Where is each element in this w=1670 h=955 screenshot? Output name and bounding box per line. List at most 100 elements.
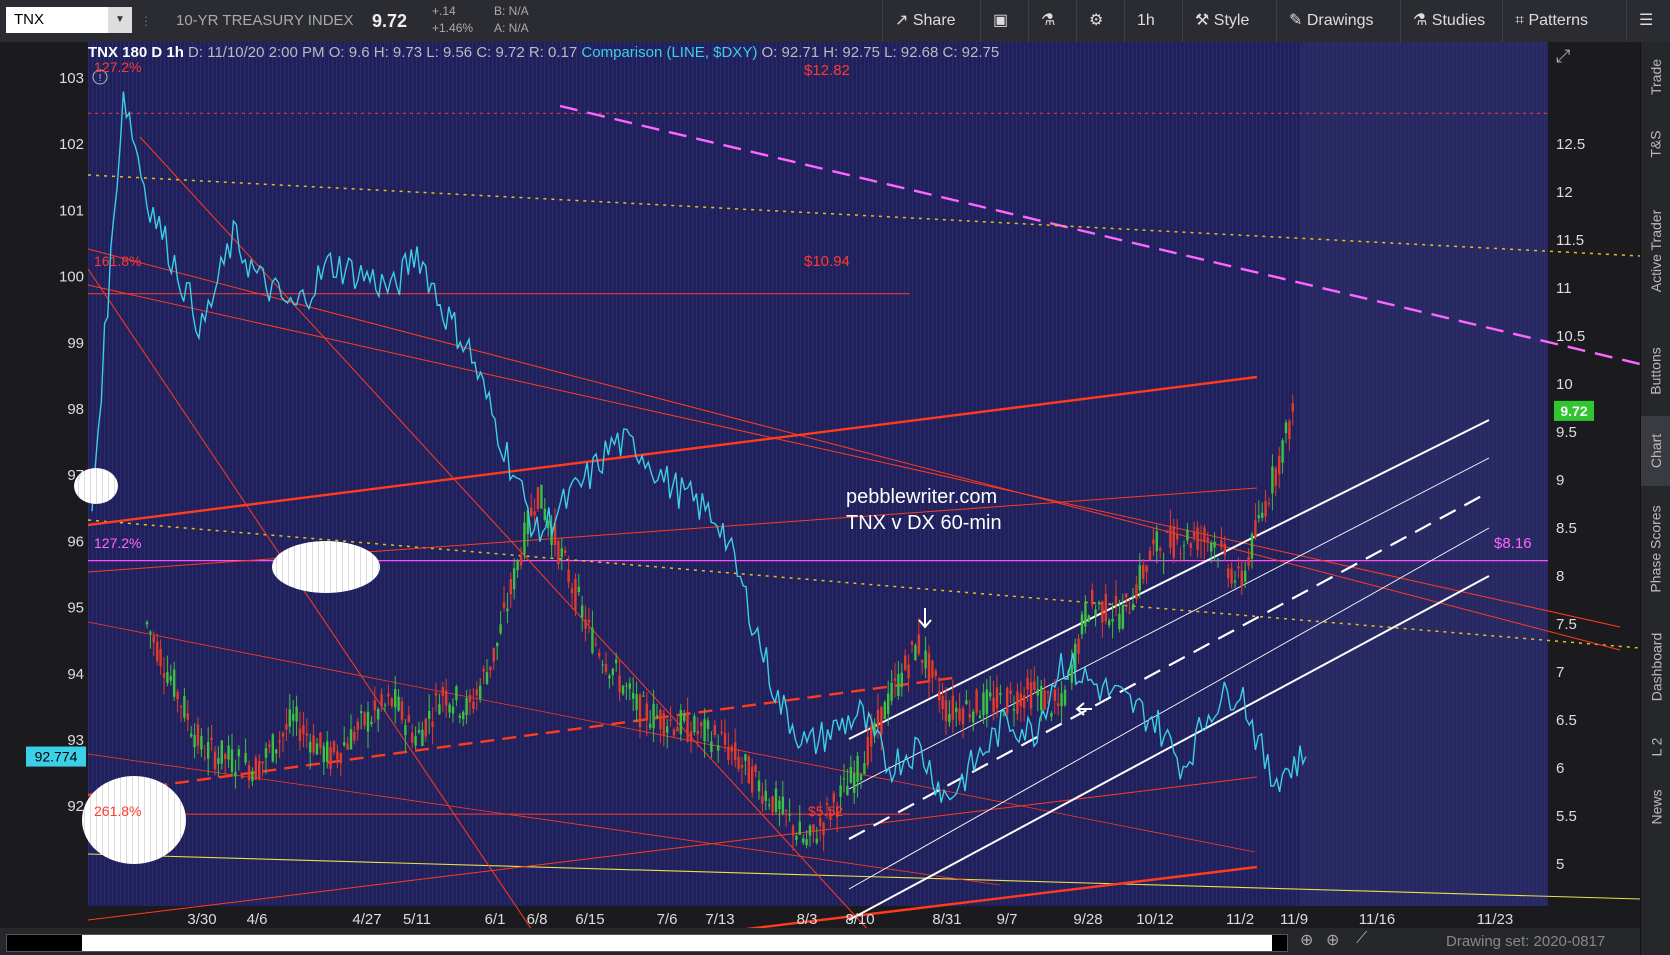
tnx-candle xyxy=(615,659,618,664)
tnx-candle xyxy=(268,744,271,748)
right-axis-tick-label: 7.5 xyxy=(1556,616,1577,633)
tnx-candle xyxy=(771,796,774,813)
beaker-icon: ⚗ xyxy=(1413,12,1432,29)
tnx-candle xyxy=(1193,532,1196,538)
left-axis-tick-label: 101 xyxy=(59,202,84,219)
tab-trade[interactable]: Trade xyxy=(1641,42,1670,112)
tnx-candle xyxy=(788,814,791,816)
tnx-candle xyxy=(251,771,254,782)
tnx-candle xyxy=(978,715,982,718)
tnx-candle xyxy=(309,741,312,753)
tnx-candle xyxy=(1179,553,1182,555)
x-axis-tick-label: 6/15 xyxy=(575,911,604,928)
tab-chart[interactable]: Chart xyxy=(1641,416,1670,486)
tnx-candle xyxy=(1244,570,1247,582)
tnx-candle xyxy=(727,746,730,760)
tnx-candle xyxy=(390,698,393,707)
tnx-candle xyxy=(492,647,495,662)
tnx-candle xyxy=(598,652,601,657)
tnx-candle xyxy=(166,672,169,684)
tab-active-trader[interactable]: Active Trader xyxy=(1641,176,1670,326)
tnx-candle xyxy=(475,689,478,696)
bid: B: N/A xyxy=(494,4,529,18)
tab-phase-scores[interactable]: Phase Scores xyxy=(1641,486,1670,612)
tnx-candle xyxy=(543,508,546,520)
style-button[interactable]: ⚒ Style xyxy=(1182,0,1261,42)
right-axis-tick-label: 5 xyxy=(1556,856,1564,873)
interval-button[interactable]: 1h xyxy=(1124,0,1182,42)
scrollbar-thumb[interactable] xyxy=(82,935,1272,951)
tab-dashboard[interactable]: Dashboard xyxy=(1641,612,1670,722)
tnx-candle xyxy=(975,689,978,713)
right-axis-tick-label: 9 xyxy=(1556,472,1564,489)
settings-button[interactable]: ⚙ xyxy=(1076,0,1115,42)
header-comparison[interactable]: Comparison (LINE, $DXY) xyxy=(581,44,757,61)
tnx-candle xyxy=(737,756,740,769)
symbol-dropdown-icon[interactable]: ▼ xyxy=(108,7,132,33)
tnx-candle xyxy=(1284,422,1288,434)
screenshot-button[interactable]: ▣ xyxy=(980,0,1020,42)
tnx-candle xyxy=(1176,534,1179,540)
tnx-candle xyxy=(190,733,193,737)
flask-button[interactable]: ⚗ xyxy=(1028,0,1067,42)
tnx-candle xyxy=(802,838,805,843)
tnx-candle xyxy=(315,743,319,755)
left-axis-tick-label: 97 xyxy=(67,467,84,484)
tnx-candle xyxy=(1063,689,1067,706)
tab-chart-label: Chart xyxy=(1648,433,1665,469)
tnx-candle xyxy=(849,766,852,783)
tnx-candle xyxy=(910,641,914,646)
tab-news[interactable]: News xyxy=(1641,772,1670,842)
tnx-candle xyxy=(1172,526,1175,558)
tab-l2[interactable]: L 2 xyxy=(1641,722,1670,772)
highlight-ellipse xyxy=(272,541,380,593)
chart-area[interactable]: ! 127.2% 161.8% 127.2% 261.8% $12.82 $10.94 $8.… xyxy=(0,42,1641,944)
tnx-candle xyxy=(414,736,417,746)
tnx-candle xyxy=(1206,537,1209,542)
header-date: D: 11/10/20 2:00 PM xyxy=(188,44,325,61)
header-open: O: 9.6 xyxy=(328,44,370,61)
tnx-candle xyxy=(907,664,910,679)
expand-icon[interactable]: ⤢ xyxy=(1556,46,1570,67)
tnx-candle xyxy=(747,756,750,784)
drag-handle-icon[interactable]: ⋮ xyxy=(140,0,152,42)
tnx-candle xyxy=(502,602,506,608)
zoom-icon[interactable]: ⊕ xyxy=(1326,930,1339,950)
tab-ts[interactable]: T&S xyxy=(1641,112,1670,176)
symbol-input[interactable]: TNX ▼ xyxy=(6,7,132,33)
tnx-candle xyxy=(1142,564,1145,580)
patterns-button[interactable]: ⌗ Patterns xyxy=(1502,0,1600,42)
menu-button[interactable]: ☰ xyxy=(1626,0,1670,42)
drawing-tool-icon[interactable]: ⟋ xyxy=(1356,930,1367,948)
tnx-candle xyxy=(985,689,988,715)
tnx-candle xyxy=(509,579,512,595)
tnx-candle xyxy=(866,736,869,766)
chart-svg[interactable]: !127.2%161.8%127.2%261.8%$12.82$10.94$8.… xyxy=(0,42,1641,944)
price-level-label: $12.82 xyxy=(804,62,850,79)
tnx-candle xyxy=(530,507,533,516)
tnx-candle xyxy=(441,687,444,696)
tnx-candle xyxy=(938,691,941,701)
share-label: Share xyxy=(912,12,956,29)
tab-buttons[interactable]: Buttons xyxy=(1641,326,1670,416)
x-axis-tick-label: 11/2 xyxy=(1226,911,1254,928)
drawing-set-label[interactable]: Drawing set: 2020-0817 xyxy=(1446,933,1605,950)
pencil-icon: ✎ xyxy=(1289,12,1307,29)
tnx-candle xyxy=(768,804,771,806)
tab-news-label: News xyxy=(1648,789,1665,825)
tnx-candle xyxy=(608,675,611,679)
tnx-candle xyxy=(397,696,400,711)
drawings-button[interactable]: ✎ Drawings xyxy=(1276,0,1386,42)
tnx-candle xyxy=(1148,550,1152,561)
tnx-candle xyxy=(982,692,985,716)
tnx-candle xyxy=(628,683,631,689)
tnx-candle xyxy=(1108,620,1111,626)
tnx-candle xyxy=(1189,543,1192,548)
studies-button[interactable]: ⚗ Studies xyxy=(1400,0,1497,42)
drawings-label: Drawings xyxy=(1306,12,1374,29)
tnx-candle xyxy=(730,746,733,752)
left-axis-tick-label: 92 xyxy=(67,798,84,815)
pan-icon[interactable]: ⊕ xyxy=(1300,930,1313,950)
share-button[interactable]: ↗ Share xyxy=(882,0,968,42)
horizontal-scrollbar[interactable] xyxy=(6,934,1288,952)
